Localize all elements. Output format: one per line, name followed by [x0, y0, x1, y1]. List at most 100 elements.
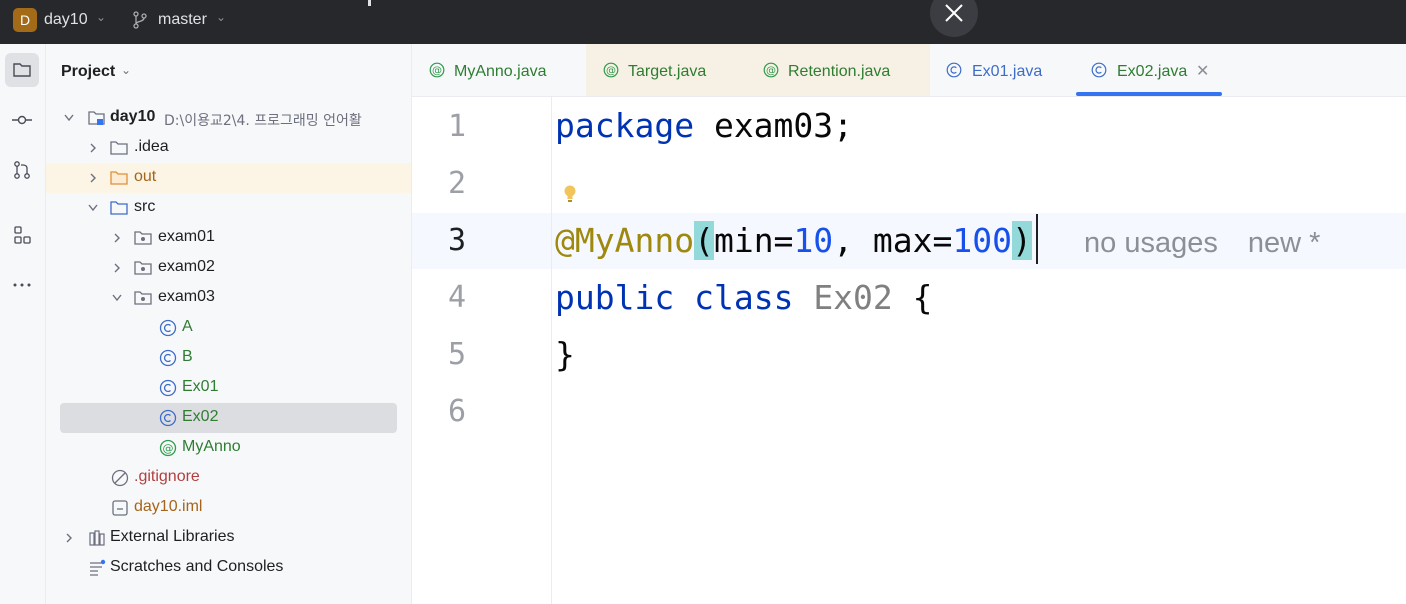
project-tool-button[interactable]	[5, 53, 39, 87]
tree-item-annotation-myanno[interactable]: @ MyAnno	[46, 433, 411, 463]
tree-label: src	[134, 198, 156, 215]
commit-tool-button[interactable]	[5, 103, 39, 137]
tree-item-out[interactable]: out	[46, 163, 411, 193]
tree-label: A	[182, 318, 193, 335]
paren-match-open: (	[694, 221, 714, 260]
class-name: Ex02	[813, 278, 893, 317]
package-icon	[134, 261, 152, 275]
folder-icon	[13, 63, 31, 77]
project-name[interactable]: day10	[44, 11, 88, 29]
editor-tabs: @ MyAnno.java @ Target.java @ Retention.…	[412, 44, 1406, 97]
tab-ex02[interactable]: Ex02.java ✕	[1075, 44, 1235, 96]
line-number[interactable]: 2	[442, 166, 472, 201]
tree-item-gitignore[interactable]: .gitignore	[46, 463, 411, 493]
tree-item-idea[interactable]: .idea	[46, 133, 411, 163]
tree-item-day10[interactable]: day10 D:\이용교2\4. 프로그래밍 언어활	[46, 103, 411, 133]
package-icon	[134, 291, 152, 305]
tree-label: MyAnno	[182, 438, 241, 455]
module-file-icon	[112, 500, 128, 516]
tree-item-class-ex01[interactable]: Ex01	[46, 373, 411, 403]
code-editor[interactable]: 1 2 3 4 5 6 package exam03; @MyAnno(min=…	[412, 97, 1406, 604]
tree-item-exam03[interactable]: exam03	[46, 283, 411, 313]
tab-ex01[interactable]: Ex01.java	[930, 44, 1075, 96]
chevron-right-icon[interactable]	[112, 261, 122, 275]
chevron-down-icon[interactable]	[112, 291, 122, 305]
tab-label: Target.java	[628, 63, 707, 80]
line-number[interactable]: 4	[442, 280, 472, 315]
svg-text:@: @	[163, 442, 174, 455]
tree-item-class-a[interactable]: A	[46, 313, 411, 343]
tab-target[interactable]: @ Target.java	[586, 44, 746, 96]
close-icon[interactable]: ✕	[1196, 61, 1209, 80]
tree-item-external-libraries[interactable]: External Libraries	[46, 523, 411, 553]
tab-myanno[interactable]: @ MyAnno.java	[412, 44, 586, 96]
tree-item-class-b[interactable]: B	[46, 343, 411, 373]
scratches-icon	[90, 559, 106, 576]
branch-name[interactable]: master	[158, 11, 207, 29]
line-number[interactable]: 1	[442, 109, 472, 144]
svg-text:@: @	[432, 66, 442, 77]
active-tab-indicator	[1076, 92, 1222, 96]
tree-item-exam01[interactable]: exam01	[46, 223, 411, 253]
chevron-right-icon[interactable]	[64, 531, 74, 545]
tab-label: Ex02.java	[1117, 63, 1188, 80]
annotation-icon: @	[159, 439, 177, 457]
close-button[interactable]	[930, 0, 978, 37]
structure-icon	[14, 226, 31, 244]
chevron-right-icon[interactable]	[88, 171, 98, 185]
tree-item-exam02[interactable]: exam02	[46, 253, 411, 283]
chevron-down-icon[interactable]: ⌄	[96, 10, 106, 24]
chevron-down-icon[interactable]: ⌄	[121, 63, 131, 77]
tab-retention[interactable]: @ Retention.java	[746, 44, 930, 96]
class-icon	[946, 62, 962, 78]
line-number-current[interactable]: 3	[442, 223, 472, 258]
code-text: , max=	[833, 221, 953, 260]
annotation-icon: @	[429, 62, 445, 78]
ignore-file-icon	[111, 469, 129, 487]
tree-item-scratches[interactable]: Scratches and Consoles	[46, 553, 411, 583]
tree-label: External Libraries	[110, 528, 235, 545]
class-icon	[159, 409, 177, 427]
tree-label: Ex01	[182, 378, 219, 395]
tool-window-strip	[0, 44, 46, 604]
chevron-down-icon[interactable]	[64, 111, 74, 125]
git-branch-icon[interactable]	[132, 11, 148, 29]
code-text: }	[555, 335, 575, 374]
close-icon	[945, 4, 963, 22]
package-icon	[134, 231, 152, 245]
chevron-right-icon[interactable]	[112, 231, 122, 245]
chevron-down-icon[interactable]	[88, 201, 98, 215]
code-line-3: @MyAnno(min=10, max=100)	[555, 221, 1032, 261]
excluded-folder-icon	[110, 171, 128, 185]
keyword: public	[555, 278, 675, 317]
tree-item-src[interactable]: src	[46, 193, 411, 223]
line-number[interactable]: 6	[442, 394, 472, 429]
line-number[interactable]: 5	[442, 337, 472, 372]
tree-item-class-ex02[interactable]: Ex02	[46, 403, 411, 433]
code-text: min=	[713, 221, 794, 260]
module-folder-icon	[88, 111, 105, 125]
pull-requests-tool-button[interactable]	[5, 153, 39, 187]
panel-title[interactable]: Project	[61, 63, 115, 81]
author-hint[interactable]: new *	[1248, 227, 1321, 259]
tree-label: day10	[110, 108, 156, 125]
chevron-right-icon[interactable]	[88, 141, 98, 155]
tree-label: exam02	[158, 258, 215, 275]
more-icon	[13, 283, 31, 287]
usages-hint[interactable]: no usages	[1084, 227, 1218, 259]
tree-label: Scratches and Consoles	[110, 558, 284, 575]
more-tools-button[interactable]	[5, 268, 39, 302]
tab-label: MyAnno.java	[454, 63, 547, 80]
class-icon	[159, 379, 177, 397]
structure-tool-button[interactable]	[5, 218, 39, 252]
lightbulb-icon[interactable]	[562, 184, 578, 206]
chevron-down-icon[interactable]: ⌄	[216, 10, 226, 24]
paren-match-close: )	[1012, 221, 1032, 260]
tree-item-iml[interactable]: day10.iml	[46, 493, 411, 523]
project-badge[interactable]: D	[13, 8, 37, 32]
code-text: {	[892, 278, 933, 317]
annotation-icon: @	[603, 62, 619, 78]
tree-label: day10.iml	[134, 498, 203, 515]
gutter-divider	[551, 97, 552, 604]
code-text: exam03;	[694, 106, 854, 145]
